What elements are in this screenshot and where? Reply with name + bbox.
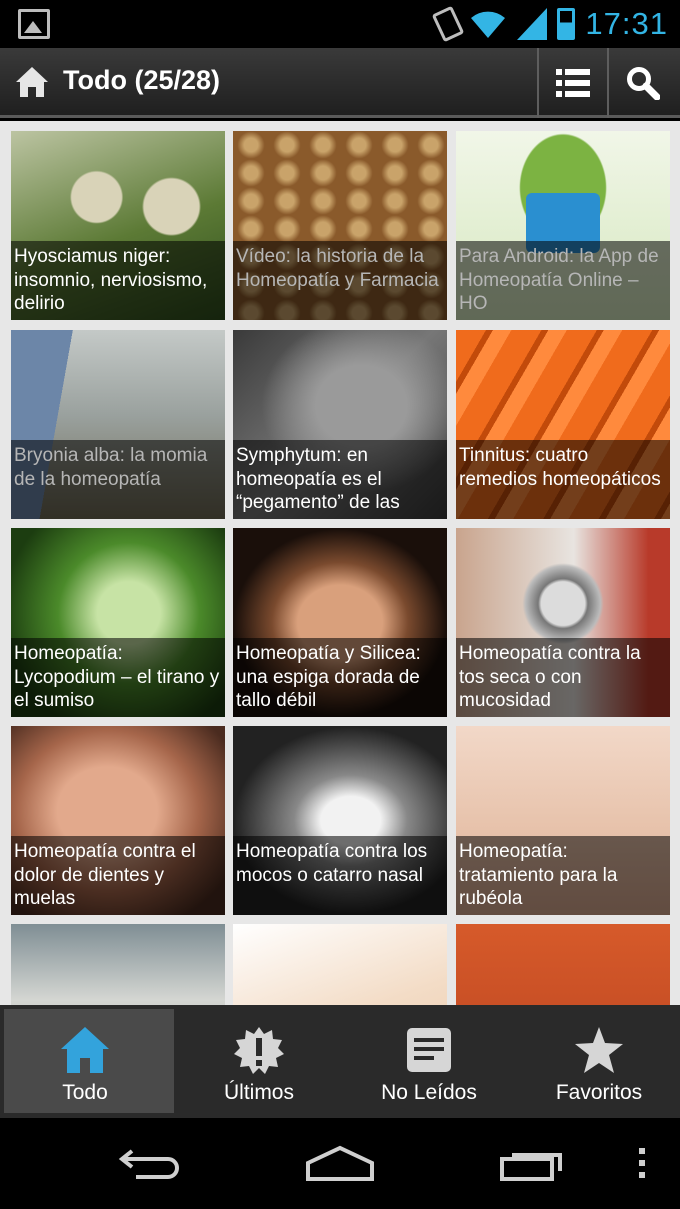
gallery-notification-icon bbox=[18, 9, 50, 39]
vibrate-icon bbox=[432, 5, 465, 43]
tab-no-leidos[interactable]: No Leídos bbox=[344, 1005, 514, 1118]
home-icon bbox=[61, 1027, 109, 1073]
home-nav-button[interactable] bbox=[302, 1143, 378, 1183]
unread-document-icon bbox=[407, 1028, 451, 1072]
tab-label: Últimos bbox=[223, 1081, 294, 1104]
article-tile[interactable]: Hyosciamus niger: insomnio, nerviosismo,… bbox=[11, 131, 225, 320]
article-title: Hyosciamus niger: insomnio, nerviosismo,… bbox=[11, 241, 225, 320]
recent-apps-icon bbox=[500, 1153, 562, 1181]
back-button[interactable] bbox=[116, 1143, 186, 1183]
article-title: Homeopatía y Silicea: una espiga dorada … bbox=[233, 638, 447, 717]
home-nav-icon bbox=[306, 1145, 374, 1181]
article-tile[interactable] bbox=[456, 924, 670, 1005]
article-tile[interactable]: Homeopatía y Silicea: una espiga dorada … bbox=[233, 528, 447, 717]
article-title: Vídeo: la historia de la Homeopatía y Fa… bbox=[233, 241, 447, 320]
status-bar: 17:31 bbox=[0, 0, 680, 48]
battery-icon bbox=[557, 8, 576, 40]
article-tile[interactable]: Symphytum: en homeopatía es el “pegament… bbox=[233, 330, 447, 519]
article-tile[interactable]: Homeopatía contra los mocos o catarro na… bbox=[233, 726, 447, 915]
article-tile[interactable]: Homeopatía: tratamiento para la rubéola bbox=[456, 726, 670, 915]
home-icon[interactable] bbox=[14, 65, 50, 99]
article-title: Bryonia alba: la momia de la homeopatía bbox=[11, 440, 225, 519]
star-icon bbox=[575, 1027, 623, 1073]
back-icon bbox=[118, 1149, 179, 1179]
tab-label: No Leídos bbox=[381, 1081, 477, 1104]
article-title: Homeopatía: Lycopodium – el tirano y el … bbox=[11, 638, 225, 717]
article-tile[interactable]: Homeopatía: Lycopodium – el tirano y el … bbox=[11, 528, 225, 717]
search-button[interactable] bbox=[609, 48, 677, 118]
article-title: Homeopatía contra el dolor de dientes y … bbox=[11, 836, 225, 915]
signal-icon bbox=[517, 8, 548, 40]
new-badge-icon bbox=[234, 1027, 284, 1074]
article-title: Tinnitus: cuatro remedios homeopáticos bbox=[456, 440, 670, 519]
article-thumbnail bbox=[11, 924, 225, 1005]
recent-apps-button[interactable] bbox=[496, 1143, 566, 1183]
article-tile[interactable] bbox=[233, 924, 447, 1005]
article-tile[interactable]: Homeopatía contra el dolor de dientes y … bbox=[11, 726, 225, 915]
article-tile[interactable]: Vídeo: la historia de la Homeopatía y Fa… bbox=[233, 131, 447, 320]
list-view-button[interactable] bbox=[539, 48, 607, 118]
article-tile[interactable]: Tinnitus: cuatro remedios homeopáticos bbox=[456, 330, 670, 519]
wifi-icon bbox=[471, 11, 506, 38]
article-tile[interactable]: Homeopatía contra la tos seca o con muco… bbox=[456, 528, 670, 717]
article-tile[interactable] bbox=[11, 924, 225, 1005]
tab-todo[interactable]: Todo bbox=[0, 1005, 174, 1118]
tab-favoritos[interactable]: Favoritos bbox=[514, 1005, 680, 1118]
action-bar: Todo (25/28) bbox=[0, 48, 680, 118]
article-title: Symphytum: en homeopatía es el “pegament… bbox=[233, 440, 447, 519]
tab-label: Todo bbox=[62, 1081, 108, 1104]
article-title: Para Android: la App de Homeopatía Onlin… bbox=[456, 241, 670, 320]
tab-label: Favoritos bbox=[555, 1081, 643, 1104]
article-title: Homeopatía contra la tos seca o con muco… bbox=[456, 638, 670, 717]
article-title: Homeopatía: tratamiento para la rubéola bbox=[456, 836, 670, 915]
article-title: Homeopatía contra los mocos o catarro na… bbox=[233, 836, 447, 915]
article-thumbnail bbox=[456, 924, 670, 1005]
menu-overflow-button[interactable] bbox=[630, 1143, 654, 1183]
search-icon bbox=[627, 67, 660, 100]
system-nav-bar bbox=[0, 1118, 680, 1209]
menu-overflow-icon bbox=[639, 1148, 645, 1178]
article-tile[interactable]: Para Android: la App de Homeopatía Onlin… bbox=[456, 131, 670, 320]
article-tile[interactable]: Bryonia alba: la momia de la homeopatía bbox=[11, 330, 225, 519]
article-thumbnail bbox=[233, 924, 447, 1005]
list-icon bbox=[556, 69, 590, 97]
bottom-tab-bar: Todo Últimos No Leídos Favoritos bbox=[0, 1005, 680, 1118]
clock: 17:31 bbox=[585, 6, 668, 41]
tab-ultimos[interactable]: Últimos bbox=[174, 1005, 344, 1118]
article-grid: Hyosciamus niger: insomnio, nerviosismo,… bbox=[0, 121, 680, 1005]
page-title: Todo (25/28) bbox=[63, 65, 221, 95]
